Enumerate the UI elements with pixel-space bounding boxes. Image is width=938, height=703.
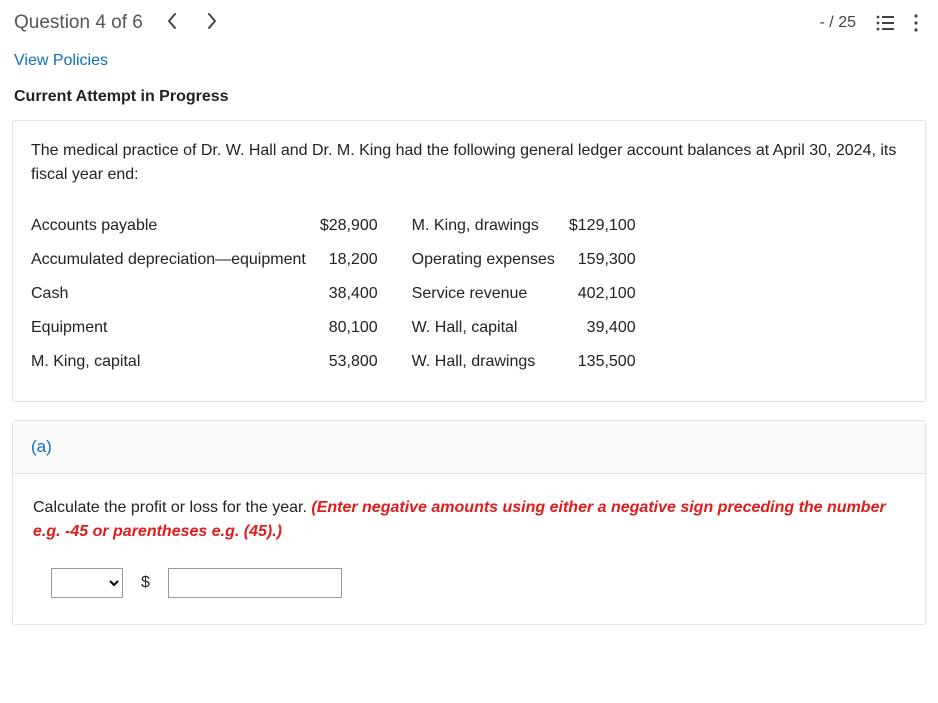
ledger-label: M. King, capital bbox=[31, 345, 320, 379]
question-header: Question 4 of 6 - / 25 bbox=[0, 0, 938, 46]
ledger-label: Equipment bbox=[31, 311, 320, 345]
part-a-prompt-text: Calculate the profit or loss for the yea… bbox=[33, 499, 311, 516]
ledger-value: 80,100 bbox=[320, 311, 412, 345]
next-question-button[interactable] bbox=[201, 13, 223, 34]
ledger-label: Accounts payable bbox=[31, 209, 320, 243]
amount-input[interactable] bbox=[168, 568, 342, 598]
question-number-label: Question 4 of 6 bbox=[14, 12, 143, 34]
ledger-label: W. Hall, drawings bbox=[412, 345, 569, 379]
ledger-label: Cash bbox=[31, 277, 320, 311]
problem-intro: The medical practice of Dr. W. Hall and … bbox=[31, 139, 907, 187]
ledger-label: W. Hall, capital bbox=[412, 311, 569, 345]
kebab-icon bbox=[914, 14, 918, 32]
view-policies-row: View Policies bbox=[0, 46, 938, 88]
ledger-value: 18,200 bbox=[320, 243, 412, 277]
ledger-value: 38,400 bbox=[320, 277, 412, 311]
ledger-value: 135,500 bbox=[569, 345, 670, 379]
ledger-table: Accounts payable $28,900 M. King, drawin… bbox=[31, 209, 670, 379]
table-row: Accounts payable $28,900 M. King, drawin… bbox=[31, 209, 670, 243]
currency-symbol: $ bbox=[141, 574, 150, 592]
header-right: - / 25 bbox=[820, 14, 918, 32]
attempt-status-title: Current Attempt in Progress bbox=[0, 88, 938, 120]
view-policies-link[interactable]: View Policies bbox=[14, 52, 108, 69]
question-list-button[interactable] bbox=[876, 15, 894, 31]
table-row: M. King, capital 53,800 W. Hall, drawing… bbox=[31, 345, 670, 379]
ledger-value: $129,100 bbox=[569, 209, 670, 243]
part-a-body: Calculate the profit or loss for the yea… bbox=[13, 474, 925, 624]
ledger-label: Service revenue bbox=[412, 277, 569, 311]
ledger-value: 53,800 bbox=[320, 345, 412, 379]
prev-question-button[interactable] bbox=[161, 13, 183, 34]
ledger-label: Operating expenses bbox=[412, 243, 569, 277]
chevron-right-icon bbox=[207, 13, 217, 29]
list-icon bbox=[876, 15, 894, 31]
ledger-label: M. King, drawings bbox=[412, 209, 569, 243]
chevron-left-icon bbox=[167, 13, 177, 29]
answer-input-row: $ bbox=[33, 568, 905, 598]
table-row: Cash 38,400 Service revenue 402,100 bbox=[31, 277, 670, 311]
score-display: - / 25 bbox=[820, 14, 856, 32]
ledger-value: 159,300 bbox=[569, 243, 670, 277]
ledger-value: 402,100 bbox=[569, 277, 670, 311]
problem-panel: The medical practice of Dr. W. Hall and … bbox=[12, 120, 926, 402]
part-a-prompt: Calculate the profit or loss for the yea… bbox=[33, 496, 905, 544]
sign-select[interactable] bbox=[51, 568, 123, 598]
ledger-value: 39,400 bbox=[569, 311, 670, 345]
ledger-label: Accumulated depreciation—equipment bbox=[31, 243, 320, 277]
table-row: Accumulated depreciation—equipment 18,20… bbox=[31, 243, 670, 277]
part-a-header: (a) bbox=[13, 421, 925, 474]
table-row: Equipment 80,100 W. Hall, capital 39,400 bbox=[31, 311, 670, 345]
ledger-value: $28,900 bbox=[320, 209, 412, 243]
header-left: Question 4 of 6 bbox=[14, 12, 223, 34]
part-a-panel: (a) Calculate the profit or loss for the… bbox=[12, 420, 926, 625]
more-options-button[interactable] bbox=[914, 14, 918, 32]
